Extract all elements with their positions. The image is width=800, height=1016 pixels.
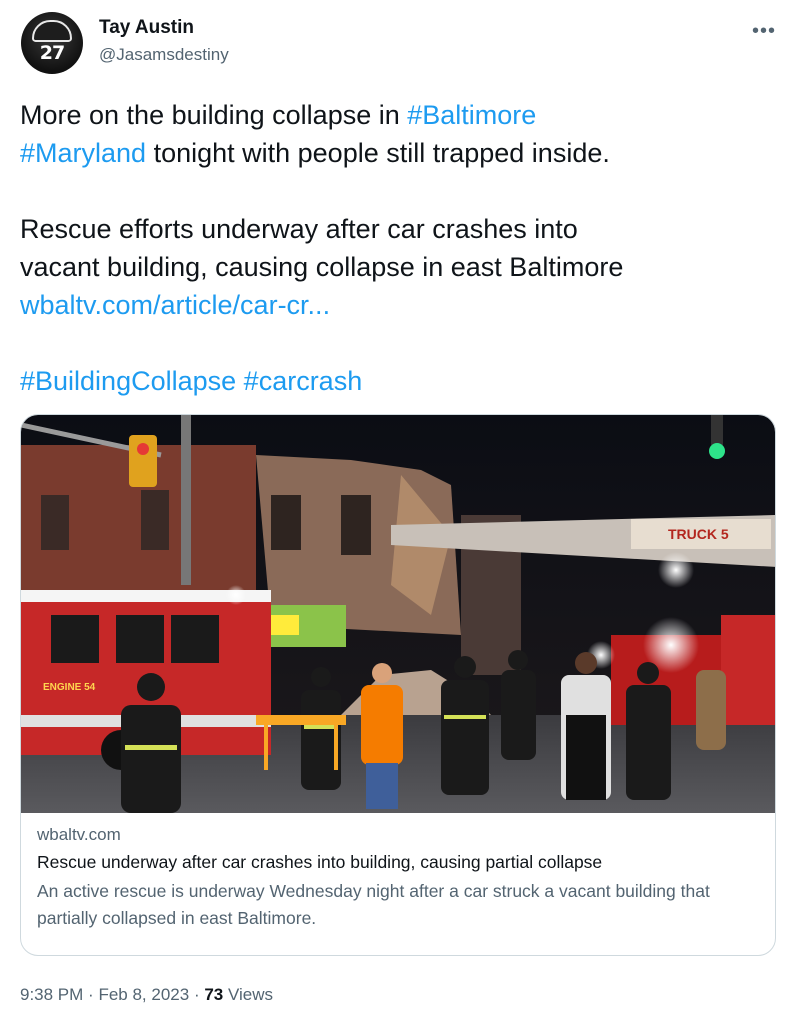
tweet-meta: 9:38 PM · Feb 8, 2023 · 73 Views	[20, 985, 273, 1005]
hashtag-baltimore[interactable]: #Baltimore	[407, 100, 536, 130]
hashtag-maryland[interactable]: #Maryland	[20, 138, 146, 168]
tweet-date[interactable]: Feb 8, 2023	[98, 985, 189, 1004]
author-avatar[interactable]: 27	[21, 12, 83, 74]
card-description: An active rescue is underway Wednesday n…	[37, 881, 710, 928]
author-handle[interactable]: @Jasamsdestiny	[99, 45, 229, 65]
news-photo: TRUCK 5 ENGINE 54	[21, 415, 775, 813]
hashtag-carcrash[interactable]: #carcrash	[244, 366, 363, 396]
tweet-text-segment: tonight with people still trapped inside…	[146, 138, 610, 168]
stretcher	[256, 715, 346, 725]
tweet-text: More on the building collapse in #Baltim…	[20, 96, 780, 400]
tweet-para2-line2: vacant building, causing collapse in eas…	[20, 252, 624, 282]
meta-separator: ·	[193, 985, 200, 1004]
firefighter-helmet-icon	[32, 20, 72, 42]
hashtag-buildingcollapse[interactable]: #BuildingCollapse	[20, 366, 236, 396]
tweet-time[interactable]: 9:38 PM	[20, 985, 83, 1004]
truck-label: TRUCK 5	[668, 526, 729, 542]
card-title: Rescue underway after car crashes into b…	[37, 852, 603, 872]
card-text: wbaltv.com Rescue underway after car cra…	[37, 825, 761, 932]
article-link[interactable]: wbaltv.com/article/car-cr...	[20, 290, 330, 320]
card-domain: wbaltv.com	[37, 825, 121, 844]
views-label: Views	[228, 985, 274, 1004]
more-options-icon[interactable]: •••	[752, 20, 776, 43]
tweet-line-1: More on the building collapse in #Baltim…	[20, 96, 780, 134]
meta-separator: ·	[88, 985, 94, 1004]
engine-label: ENGINE 54	[43, 682, 96, 693]
avatar-number: 27	[39, 42, 65, 64]
tweet-para2-line1: Rescue efforts underway after car crashe…	[20, 214, 578, 244]
link-preview-card[interactable]: TRUCK 5 ENGINE 54 wbaltv.com Rescue unde…	[20, 414, 776, 956]
tweet-text-segment: More on the building collapse in	[20, 100, 408, 130]
author-name[interactable]: Tay Austin	[99, 17, 194, 39]
views-count: 73	[204, 985, 224, 1004]
tweet-line-2: #Maryland tonight with people still trap…	[20, 134, 780, 172]
traffic-light	[129, 435, 157, 487]
